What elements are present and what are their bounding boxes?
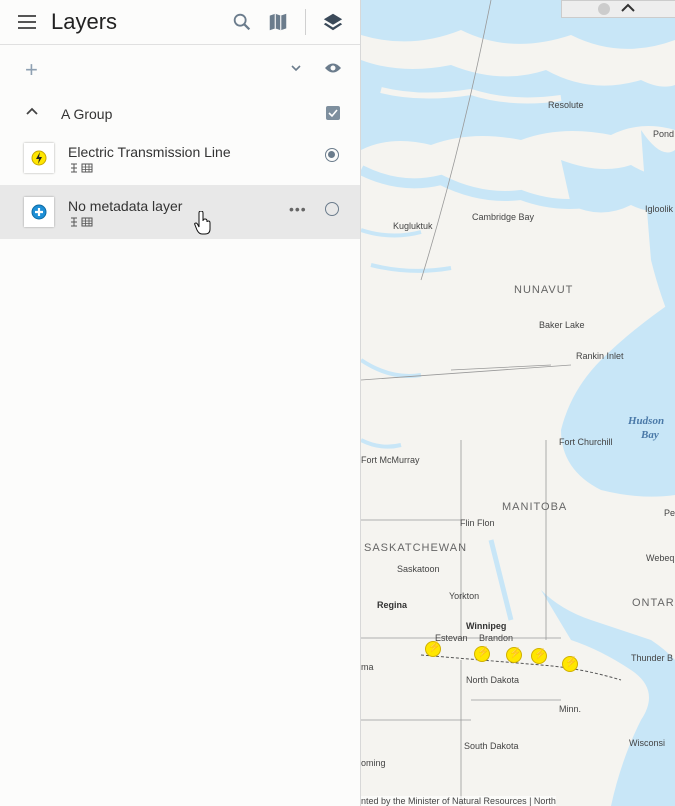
layer-name: No metadata layer — [68, 198, 183, 214]
map-label: oming — [361, 758, 386, 768]
toolbar-divider — [305, 9, 306, 35]
lightning-icon — [31, 150, 47, 166]
search-icon[interactable] — [231, 11, 253, 33]
map-label: Fort McMurray — [361, 455, 420, 465]
region-label: ONTAR — [632, 597, 675, 609]
layer-radio-unselected[interactable] — [325, 202, 339, 216]
map-label: Flin Flon — [460, 518, 495, 528]
map-label: Winnipeg — [466, 621, 507, 631]
basemap-icon[interactable] — [267, 11, 289, 33]
eye-icon[interactable] — [324, 62, 342, 74]
map-label: Wisconsi — [629, 738, 666, 748]
layer-item-no-metadata[interactable]: No metadata layer ••• — [0, 185, 360, 239]
panel-header: Layers — [0, 0, 360, 45]
map-label: Thunder B — [631, 653, 674, 663]
transmission-marker[interactable] — [506, 647, 522, 663]
layer-item-electric-transmission[interactable]: Electric Transmission Line — [0, 131, 360, 185]
hamburger-menu-icon[interactable] — [18, 15, 36, 29]
layers-icon[interactable] — [322, 11, 344, 33]
map-label: Cambridge Bay — [472, 212, 535, 222]
layer-type-icons — [69, 217, 93, 230]
map-label: Brandon — [479, 633, 514, 643]
chevron-down-icon[interactable] — [290, 62, 302, 74]
compass-control[interactable] — [561, 0, 675, 18]
hand-cursor-icon — [194, 211, 211, 235]
layer-thumbnail — [24, 143, 54, 173]
feature-table-icon — [71, 217, 93, 227]
map-view[interactable]: Resolute Pond Igloolik Cambridge Bay Kug… — [361, 0, 675, 806]
map-label: Regina — [377, 600, 408, 610]
layers-panel: Layers + A Group Electric Transmission L… — [0, 0, 361, 806]
chevron-up-icon — [598, 3, 635, 15]
layer-thumbnail — [24, 197, 54, 227]
map-label: North Dakota — [466, 675, 520, 685]
group-label: A Group — [61, 106, 113, 122]
checkmark-icon — [328, 109, 338, 118]
panel-title: Layers — [51, 9, 118, 34]
map-label: ma — [361, 662, 374, 672]
map-label: South Dakota — [464, 741, 519, 751]
add-layer-icon[interactable]: + — [25, 59, 38, 81]
map-label: Igloolik — [645, 204, 674, 214]
transmission-marker[interactable] — [562, 656, 578, 672]
water-label-line: Hudson — [628, 415, 665, 427]
water-label-line: Bay — [641, 429, 659, 441]
map-label: Fort Churchill — [559, 437, 613, 447]
transmission-marker[interactable] — [531, 648, 547, 664]
layer-type-icons — [69, 163, 93, 176]
chevron-up-icon[interactable] — [25, 105, 39, 119]
map-label: Kugluktuk — [393, 221, 433, 231]
map-label: Rankin Inlet — [576, 351, 624, 361]
region-label: NUNAVUT — [514, 284, 574, 296]
map-label: Pe — [664, 508, 675, 518]
layer-options-menu[interactable]: ••• — [289, 201, 307, 217]
plus-circle-icon — [31, 204, 47, 220]
map-basemap — [361, 0, 675, 806]
region-label: SASKATCHEWAN — [364, 542, 468, 554]
map-label: Pond — [653, 129, 675, 139]
transmission-marker[interactable] — [474, 646, 490, 662]
layer-radio-selected[interactable] — [325, 148, 339, 162]
map-label: Resolute — [548, 100, 584, 110]
map-label: Saskatoon — [397, 564, 440, 574]
region-label: MANITOBA — [502, 501, 568, 513]
map-attribution: nted by the Minister of Natural Resource… — [361, 796, 556, 806]
group-visibility-checkbox[interactable] — [326, 106, 340, 120]
map-label: Minn. — [559, 704, 582, 714]
layer-name: Electric Transmission Line — [68, 144, 231, 160]
map-label: Webeq — [646, 553, 675, 563]
transmission-marker[interactable] — [425, 641, 441, 657]
map-label: Baker Lake — [539, 320, 585, 330]
feature-table-icon — [71, 163, 93, 173]
water-label: Hudson Bay — [628, 414, 664, 442]
map-label: Yorkton — [449, 591, 480, 601]
